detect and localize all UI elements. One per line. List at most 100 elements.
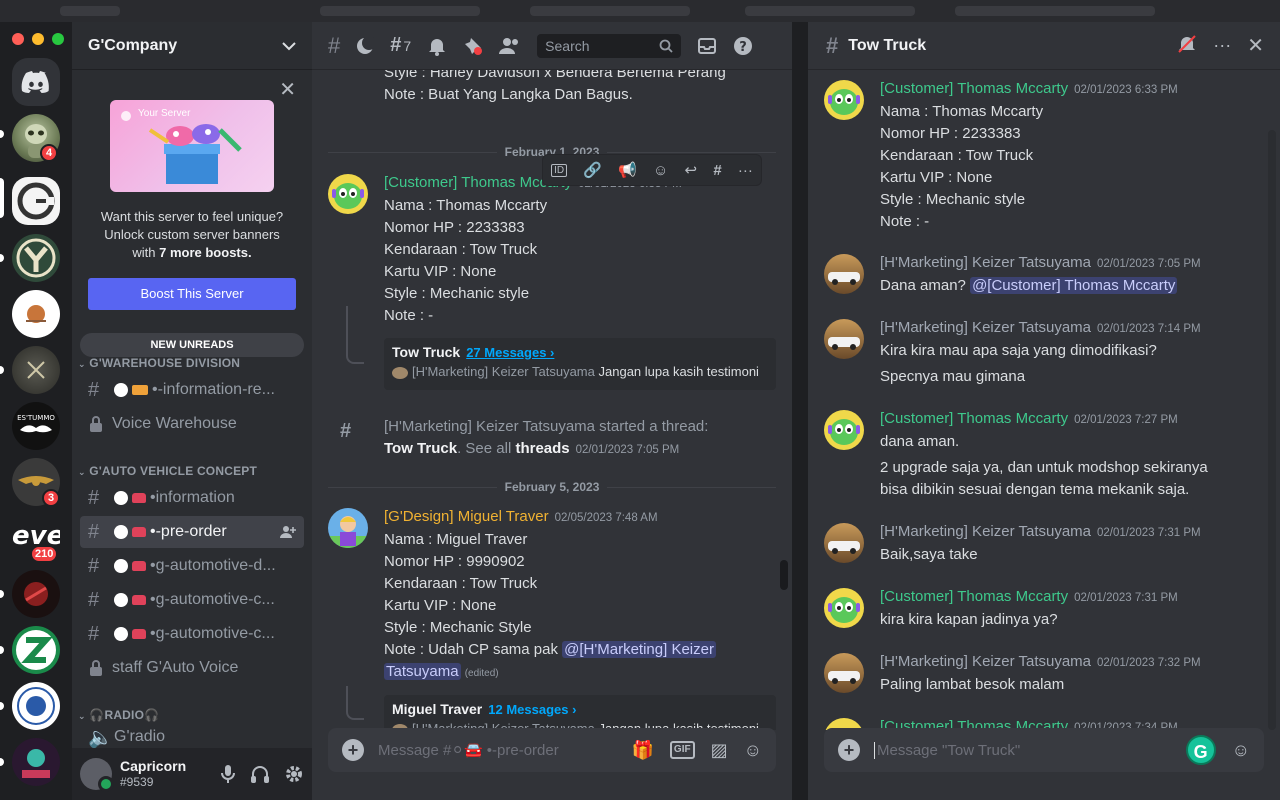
server-poster[interactable]	[12, 738, 60, 786]
help-icon[interactable]: ?	[733, 36, 753, 56]
server-y[interactable]	[12, 234, 60, 282]
bell-muted-icon[interactable]	[1177, 34, 1197, 58]
sticker-icon[interactable]: ▨	[711, 740, 728, 761]
background-tab	[320, 6, 480, 16]
channel-information-re[interactable]: # •-information-re...	[80, 374, 304, 406]
add-reaction-icon[interactable]: ☺	[653, 162, 668, 179]
close-window-button[interactable]	[12, 33, 24, 45]
message-author[interactable]: [Customer] Thomas Mccarty	[880, 410, 1068, 427]
reply-icon[interactable]: ↩	[685, 161, 698, 179]
microphone-icon[interactable]	[220, 764, 236, 784]
avatar[interactable]	[824, 653, 864, 693]
message-author[interactable]: [Customer] Thomas Mccarty	[880, 80, 1068, 97]
server-g-company[interactable]	[12, 177, 60, 225]
thread-preview-miguel[interactable]: Miguel Traver 12 Messages › [H'Marketing]…	[384, 695, 776, 730]
bell-icon[interactable]	[427, 36, 447, 56]
thread-composer[interactable]: + Message "Tow Truck" G ☺	[824, 728, 1264, 772]
category-warehouse[interactable]: ⌄ G'WAREHOUSE DIVISION	[78, 356, 242, 370]
moon-icon[interactable]	[356, 36, 375, 55]
boost-server-button[interactable]: Boost This Server	[88, 278, 296, 310]
avatar[interactable]	[328, 174, 368, 214]
avatar[interactable]	[824, 410, 864, 450]
add-member-icon[interactable]	[280, 525, 296, 539]
new-unreads-bar[interactable]: NEW UNREADS	[80, 333, 304, 357]
headphones-icon[interactable]	[250, 764, 270, 784]
threads-button[interactable]: # 7	[390, 34, 411, 57]
pin-icon[interactable]	[463, 36, 483, 56]
system-author[interactable]: [H'Marketing] Keizer Tatsuyama	[384, 418, 595, 435]
see-all-threads-link[interactable]: threads	[515, 440, 569, 457]
channel-pre-order[interactable]: # •-pre-order	[80, 516, 304, 548]
message-author[interactable]: [H'Marketing] Keizer Tatsuyama	[880, 523, 1091, 540]
server-circle[interactable]	[12, 290, 60, 338]
avatar[interactable]	[328, 508, 368, 548]
channel-staff-voice[interactable]: staff G'Auto Voice	[80, 652, 304, 684]
channel-label: •-information-re...	[152, 381, 275, 398]
channel-voice-warehouse[interactable]: Voice Warehouse	[80, 408, 304, 440]
search-input[interactable]: Search	[537, 33, 682, 58]
channel-g-automotive-c2[interactable]: # •g-automotive-c...	[80, 618, 304, 650]
grammarly-icon[interactable]: G	[1185, 735, 1216, 765]
server-seal[interactable]	[12, 682, 60, 730]
channel-information[interactable]: # •information	[80, 482, 304, 514]
message-author[interactable]: [H'Marketing] Keizer Tatsuyama	[880, 319, 1091, 336]
gift-icon[interactable]: 🎁	[632, 740, 654, 761]
channel-label: Voice Warehouse	[112, 415, 237, 432]
thread-icon: #	[826, 32, 839, 58]
inbox-icon[interactable]	[697, 36, 717, 56]
add-attachment-button[interactable]: +	[342, 739, 364, 761]
avatar[interactable]	[824, 588, 864, 628]
channel-g-automotive-d[interactable]: # •g-automotive-d...	[80, 550, 304, 582]
copy-id-icon[interactable]: ID	[551, 163, 568, 177]
system-thread-link[interactable]: Tow Truck	[384, 440, 457, 457]
server-red[interactable]	[12, 570, 60, 618]
avatar[interactable]	[824, 80, 864, 120]
server-dark[interactable]	[12, 346, 60, 394]
avatar[interactable]	[824, 319, 864, 359]
thread-icon[interactable]: #	[713, 162, 721, 179]
minimize-window-button[interactable]	[32, 33, 44, 45]
message-line: Style : Mechanic Style	[384, 619, 532, 636]
user-mention[interactable]: Tatsuyama	[384, 663, 461, 680]
scrollbar-track[interactable]	[1268, 130, 1276, 730]
thread-message-count[interactable]: 27 Messages ›	[466, 345, 554, 360]
server-mustache[interactable]: ES'TUMMO	[12, 402, 60, 450]
guild-header[interactable]: G'Company	[72, 22, 312, 70]
scrollbar-thumb[interactable]	[780, 560, 788, 590]
message-author[interactable]: [H'Marketing] Keizer Tatsuyama	[880, 254, 1091, 271]
emoji-icon[interactable]: ☺	[1232, 740, 1250, 761]
user-mention[interactable]: @[H'Marketing] Keizer	[562, 641, 716, 658]
add-attachment-button[interactable]: +	[838, 739, 860, 761]
message-author[interactable]: [G'Design] Miguel Traver	[384, 508, 549, 525]
close-thread-icon[interactable]: ✕	[1247, 33, 1264, 58]
members-icon[interactable]	[499, 37, 521, 55]
home-button[interactable]	[12, 58, 60, 106]
avatar[interactable]	[80, 758, 114, 792]
avatar[interactable]	[824, 254, 864, 294]
user-mention[interactable]: @[Customer] Thomas Mccarty	[970, 277, 1178, 294]
message-author[interactable]: [H'Marketing] Keizer Tatsuyama	[880, 653, 1091, 670]
server-z[interactable]	[12, 626, 60, 674]
user-info[interactable]: Capricorn #9539	[120, 758, 186, 790]
thread-message: [H'Marketing] Keizer Tatsuyama 02/01/2023…	[824, 252, 1264, 297]
channel-gradio[interactable]: 🔈 G'radio	[80, 726, 304, 749]
message-line: Note : -	[880, 213, 930, 230]
thread-message-count[interactable]: 12 Messages ›	[488, 702, 576, 717]
avatar[interactable]	[824, 523, 864, 563]
thread-preview-tow-truck[interactable]: Tow Truck 27 Messages › [H'Marketing] Kei…	[384, 338, 776, 390]
message-author[interactable]: [Customer] Thomas Mccarty	[880, 588, 1068, 605]
link-icon[interactable]: 🔗	[583, 161, 602, 179]
category-radio[interactable]: ⌄ 🎧RADIO🎧	[78, 708, 159, 722]
message-composer[interactable]: + Message #⚪🚘 •-pre-order 🎁 GIF ▨ ☺	[328, 728, 776, 772]
channel-g-automotive-c1[interactable]: # •g-automotive-c...	[80, 584, 304, 616]
megaphone-icon[interactable]: 📢	[618, 161, 637, 179]
emoji-icon[interactable]: ☺	[744, 740, 762, 761]
more-options-icon[interactable]: ···	[1213, 35, 1231, 56]
zoom-window-button[interactable]	[52, 33, 64, 45]
car-icon	[132, 527, 146, 537]
category-auto-vehicle[interactable]: ⌄ G'AUTO VEHICLE CONCEPT	[78, 464, 257, 478]
gear-icon[interactable]	[284, 764, 304, 784]
more-icon[interactable]: ···	[738, 162, 753, 179]
gif-button[interactable]: GIF	[669, 741, 695, 759]
close-icon[interactable]: ✕	[279, 80, 296, 100]
